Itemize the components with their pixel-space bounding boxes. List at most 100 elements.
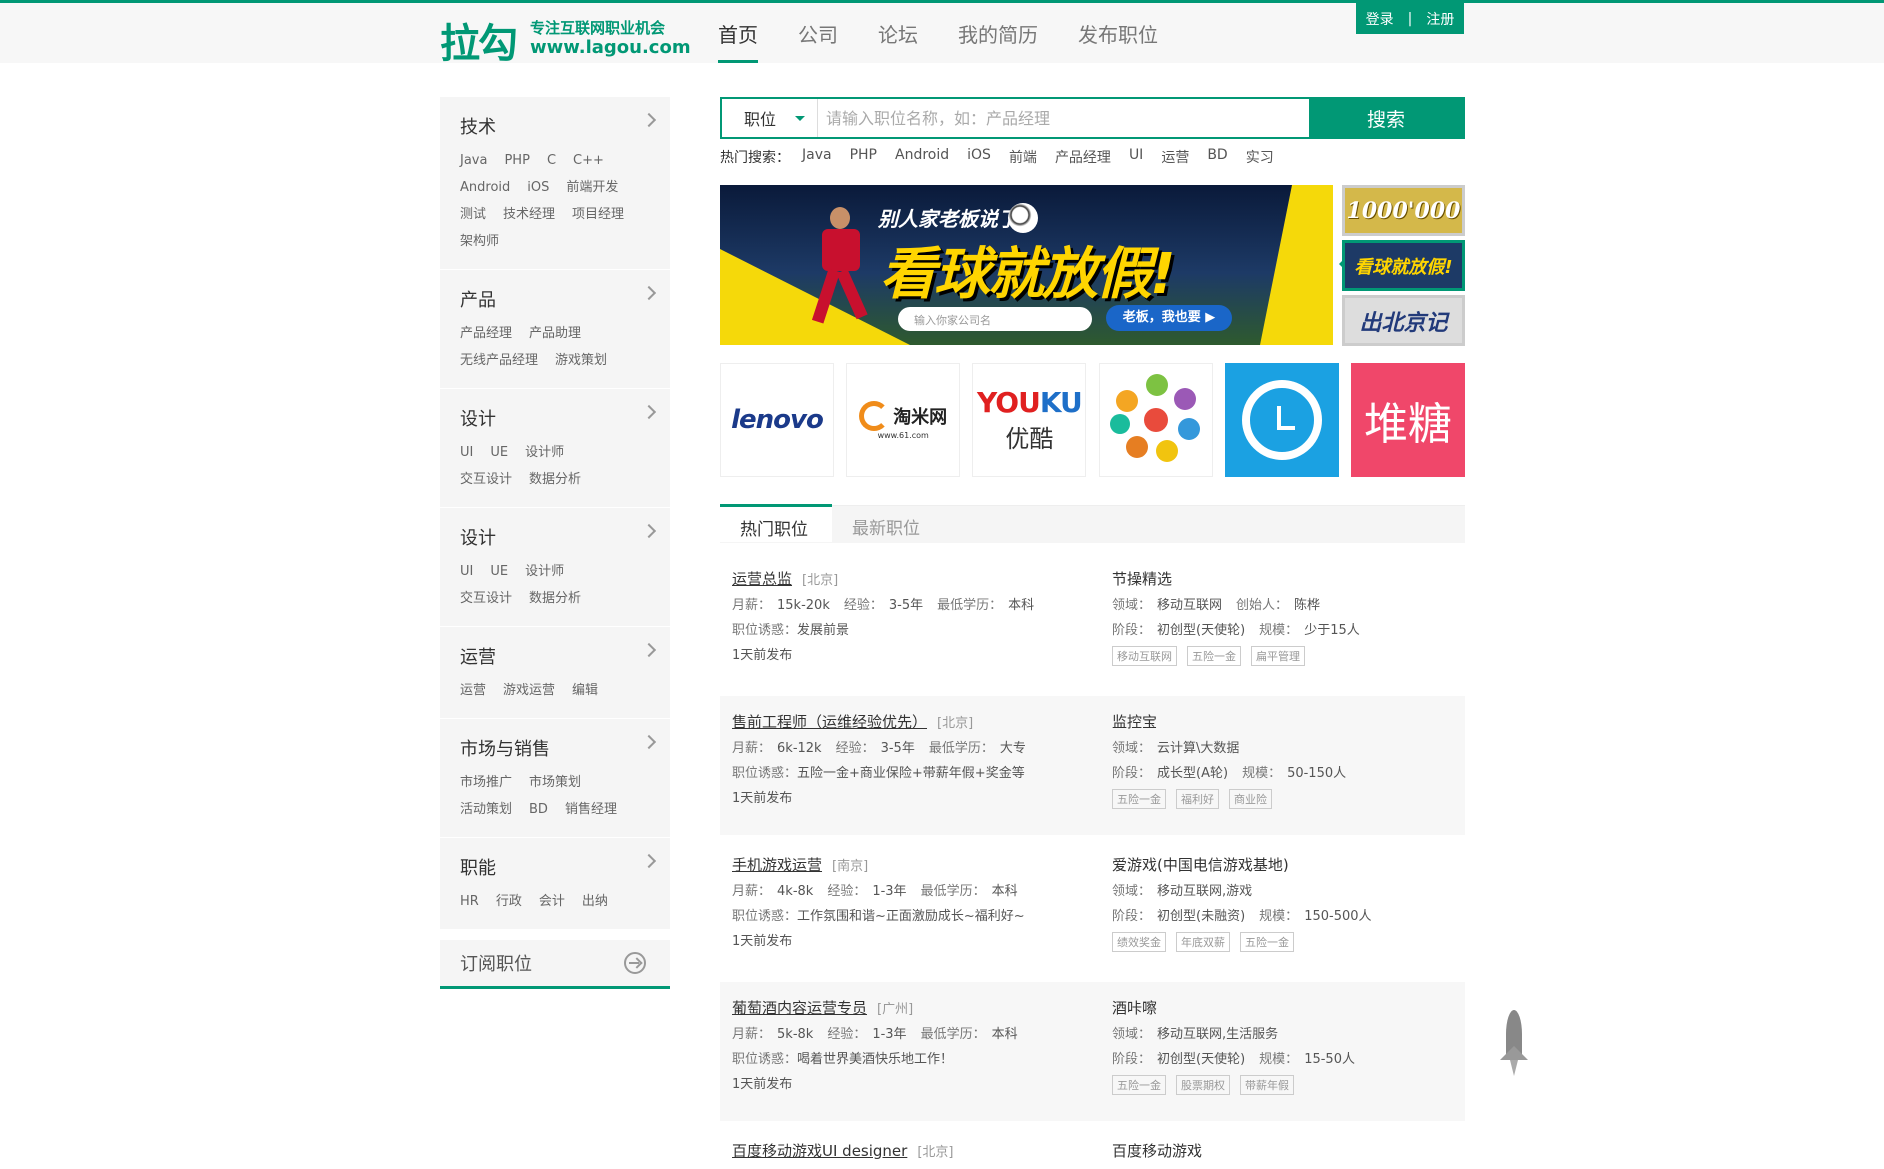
category-link[interactable]: 出纳 <box>582 888 608 915</box>
category-design[interactable]: 设计 UI UE 设计师 交互设计 数据分析 <box>440 389 670 508</box>
founder-label: 创始人： <box>1236 598 1289 613</box>
logo-duitang[interactable]: 堆糖 <box>1350 363 1465 477</box>
job-title-link[interactable]: 葡萄酒内容运营专员 <box>732 997 867 1018</box>
logo-colorful-flower[interactable] <box>1098 363 1213 477</box>
hot-search-item[interactable]: PHP <box>850 147 877 167</box>
tab-hot-jobs[interactable]: 热门职位 <box>720 504 832 542</box>
login-link[interactable]: 登录 <box>1359 9 1401 29</box>
football-player-figure <box>811 207 870 327</box>
banner-company-input[interactable]: 输入你家公司名 <box>898 307 1092 331</box>
logo-cat-clock[interactable] <box>1224 363 1339 477</box>
perk-label: 职位诱惑： <box>732 623 798 638</box>
category-link[interactable]: Java <box>460 147 487 174</box>
category-link[interactable]: 会计 <box>539 888 565 915</box>
category-link[interactable]: 游戏策划 <box>555 347 607 374</box>
category-link[interactable]: UE <box>490 558 508 585</box>
job-title-link[interactable]: 售前工程师（运维经验优先） <box>732 711 927 732</box>
category-link[interactable]: 游戏运营 <box>503 677 555 704</box>
category-link[interactable]: 技术经理 <box>503 201 555 228</box>
hot-search-item[interactable]: Android <box>895 147 949 167</box>
category-link[interactable]: UI <box>460 558 473 585</box>
hot-search-item[interactable]: iOS <box>967 147 991 167</box>
perk-value: 工作氛围和谐~正面激励成长~福利好~ <box>797 909 1025 924</box>
nav-home[interactable]: 首页 <box>718 3 758 63</box>
category-link[interactable]: 无线产品经理 <box>460 347 538 374</box>
category-link[interactable]: C <box>547 147 556 174</box>
category-link[interactable]: UE <box>490 439 508 466</box>
category-link[interactable]: 前端开发 <box>566 174 618 201</box>
search-type-select[interactable]: 职位 <box>722 99 818 137</box>
banner-main[interactable]: 别人家老板说了: 看球就放假! 输入你家公司名 老板，我也要 ▶ <box>720 185 1333 345</box>
category-tech[interactable]: 技术 Java PHP C C++ Android iOS 前端开发 测试 技术… <box>440 97 670 270</box>
category-link[interactable]: iOS <box>527 174 549 201</box>
back-to-top-rocket-icon[interactable] <box>1500 1010 1528 1076</box>
nav-company[interactable]: 公司 <box>798 3 838 63</box>
category-link[interactable]: UI <box>460 439 473 466</box>
category-link[interactable]: C++ <box>573 147 604 174</box>
hot-search-item[interactable]: 实习 <box>1246 147 1274 167</box>
banner-thumb[interactable]: 1000'000 <box>1342 185 1465 236</box>
scale-value: 15-50人 <box>1304 1052 1355 1067</box>
category-link[interactable]: 行政 <box>496 888 522 915</box>
hot-search-item[interactable]: 产品经理 <box>1055 147 1111 167</box>
education-value: 本科 <box>991 1027 1018 1042</box>
banner-cta-button[interactable]: 老板，我也要 ▶ <box>1106 305 1232 331</box>
category-link[interactable]: 运营 <box>460 677 486 704</box>
search-input[interactable] <box>818 99 1309 137</box>
hot-search-item[interactable]: Java <box>802 147 832 167</box>
hot-search-item[interactable]: BD <box>1207 147 1227 167</box>
company-name-link[interactable]: 监控宝 <box>1112 711 1157 732</box>
hot-search-item[interactable]: 运营 <box>1161 147 1189 167</box>
category-link[interactable]: 产品助理 <box>529 320 581 347</box>
category-link[interactable]: 设计师 <box>525 558 564 585</box>
category-link[interactable]: 销售经理 <box>565 796 617 823</box>
register-link[interactable]: 注册 <box>1419 9 1461 29</box>
category-link[interactable]: 测试 <box>460 201 486 228</box>
logo-lenovo[interactable]: lenovo <box>720 363 834 477</box>
category-link[interactable]: 市场推广 <box>460 769 512 796</box>
company-name-link[interactable]: 酒咔嚓 <box>1112 997 1157 1018</box>
job-title-link[interactable]: 运营总监 <box>732 568 792 589</box>
category-link[interactable]: 市场策划 <box>529 769 581 796</box>
category-operations[interactable]: 运营 运营 游戏运营 编辑 <box>440 627 670 719</box>
nav-my-resume[interactable]: 我的简历 <box>958 3 1038 63</box>
hot-search-item[interactable]: UI <box>1129 147 1143 167</box>
category-marketing-sales[interactable]: 市场与销售 市场推广 市场策划 活动策划 BD 销售经理 <box>440 719 670 838</box>
category-link[interactable]: 编辑 <box>572 677 598 704</box>
company-name-link[interactable]: 爱游戏(中国电信游戏基地) <box>1112 854 1289 875</box>
category-link[interactable]: Android <box>460 174 510 201</box>
hot-search-label: 热门搜索： <box>720 150 790 166</box>
category-link[interactable]: 设计师 <box>525 439 564 466</box>
banner-thumb-active[interactable]: 看球就放假! <box>1339 240 1465 291</box>
company-name-link[interactable]: 节操精选 <box>1112 568 1172 589</box>
category-link[interactable]: 产品经理 <box>460 320 512 347</box>
nav-forum[interactable]: 论坛 <box>878 3 918 63</box>
category-link[interactable]: 架构师 <box>460 228 499 255</box>
category-link[interactable]: BD <box>529 796 548 823</box>
logo-taomi[interactable]: 淘米网 www.61.com <box>846 363 961 477</box>
subscribe-jobs-button[interactable]: 订阅职位 <box>440 940 670 989</box>
tab-latest-jobs[interactable]: 最新职位 <box>832 506 940 544</box>
company-name-link[interactable]: 百度移动游戏 <box>1112 1140 1202 1161</box>
banner-thumb[interactable]: 出北京记 <box>1342 295 1465 346</box>
category-link[interactable]: 项目经理 <box>572 201 624 228</box>
logo-youku[interactable]: YOUKU 优酷 <box>972 363 1087 477</box>
education-label: 最低学历： <box>937 598 1003 613</box>
category-link[interactable]: 交互设计 <box>460 585 512 612</box>
category-link[interactable]: PHP <box>504 147 529 174</box>
category-link[interactable]: 交互设计 <box>460 466 512 493</box>
nav-post-job[interactable]: 发布职位 <box>1078 3 1158 63</box>
hot-search-item[interactable]: 前端 <box>1009 147 1037 167</box>
category-design-2[interactable]: 设计 UI UE 设计师 交互设计 数据分析 <box>440 508 670 627</box>
job-title-link[interactable]: 手机游戏运营 <box>732 854 822 875</box>
site-logo[interactable]: 拉勾 专注互联网职业机会 www.lagou.com <box>440 11 691 67</box>
category-link[interactable]: 数据分析 <box>529 466 581 493</box>
category-link[interactable]: 数据分析 <box>529 585 581 612</box>
category-link[interactable]: 活动策划 <box>460 796 512 823</box>
job-title-link[interactable]: 百度移动游戏UI designer <box>732 1140 907 1161</box>
category-link[interactable]: HR <box>460 888 479 915</box>
category-product[interactable]: 产品 产品经理 产品助理 无线产品经理 游戏策划 <box>440 270 670 389</box>
subscribe-label: 订阅职位 <box>460 954 532 975</box>
category-functions[interactable]: 职能 HR 行政 会计 出纳 <box>440 838 670 930</box>
search-button[interactable]: 搜索 <box>1309 99 1463 137</box>
